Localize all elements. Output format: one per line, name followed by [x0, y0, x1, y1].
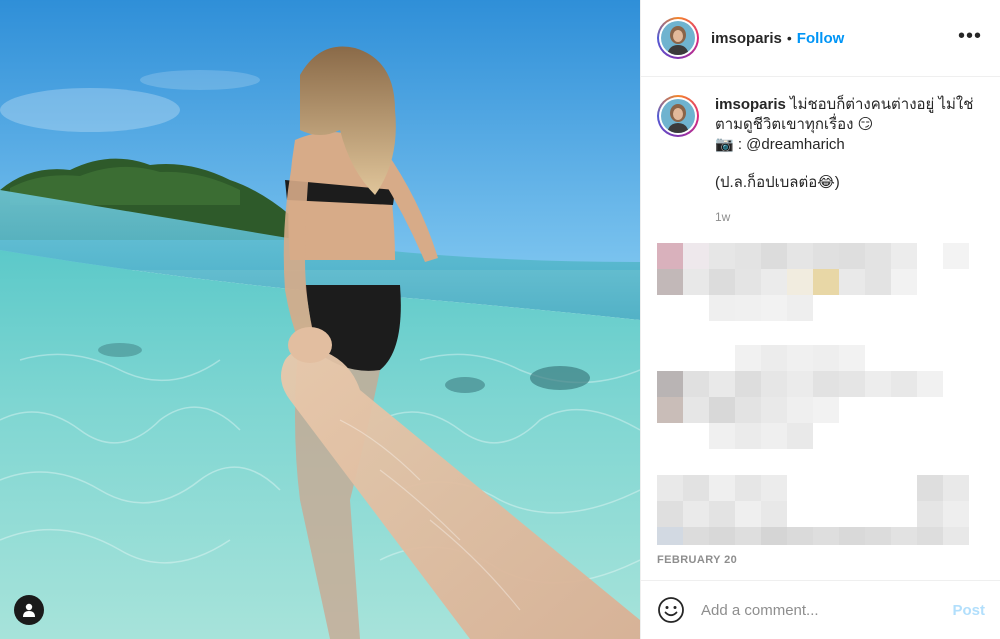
separator-dot: •: [786, 30, 792, 46]
avatar-image: [661, 99, 695, 133]
user-tag-icon[interactable]: [14, 595, 44, 625]
header-username[interactable]: imsoparis: [711, 30, 782, 47]
post-header: imsoparis • Follow •••: [641, 0, 1000, 77]
caption-avatar[interactable]: [657, 95, 699, 137]
caption-username[interactable]: imsoparis: [715, 96, 786, 113]
caption-text: imsoparis ไม่ชอบก็ต่างคนต่างอยู่ ไม่ใช่ …: [715, 95, 984, 227]
post-comment-button[interactable]: Post: [952, 602, 985, 619]
pixelated-comment-3: [657, 475, 969, 545]
caption-line-2: ตามดูชีวิตเขาทุกเรื่อง 😏: [715, 116, 874, 133]
caption-line-3: 📷 : @dreamharich: [715, 136, 845, 153]
beach-photo-image: [0, 0, 640, 639]
comment-bar: Post: [641, 580, 1000, 639]
post-date: FEBRUARY 20: [657, 554, 738, 566]
pixelated-comment-1: [657, 243, 969, 321]
caption-line-4: (ป.ล.ก็อปเบลต่อ😂): [715, 174, 840, 191]
post-side-panel: imsoparis • Follow ••• imsoparis ไม่ชอบก…: [640, 0, 1000, 639]
comment-input[interactable]: [701, 601, 931, 619]
post-photo[interactable]: [0, 0, 640, 639]
more-options-icon[interactable]: •••: [958, 26, 982, 46]
follow-button[interactable]: Follow: [797, 30, 845, 47]
pixelated-comment-2: [657, 345, 943, 449]
caption-section: imsoparis ไม่ชอบก็ต่างคนต่างอยู่ ไม่ใช่ …: [641, 77, 1000, 227]
emoji-icon[interactable]: [657, 596, 685, 624]
caption-time[interactable]: 1w: [715, 207, 984, 227]
caption-line-1: ไม่ชอบก็ต่างคนต่างอยู่ ไม่ใช่: [790, 96, 974, 113]
story-ring[interactable]: [657, 17, 699, 59]
avatar: [661, 21, 695, 55]
